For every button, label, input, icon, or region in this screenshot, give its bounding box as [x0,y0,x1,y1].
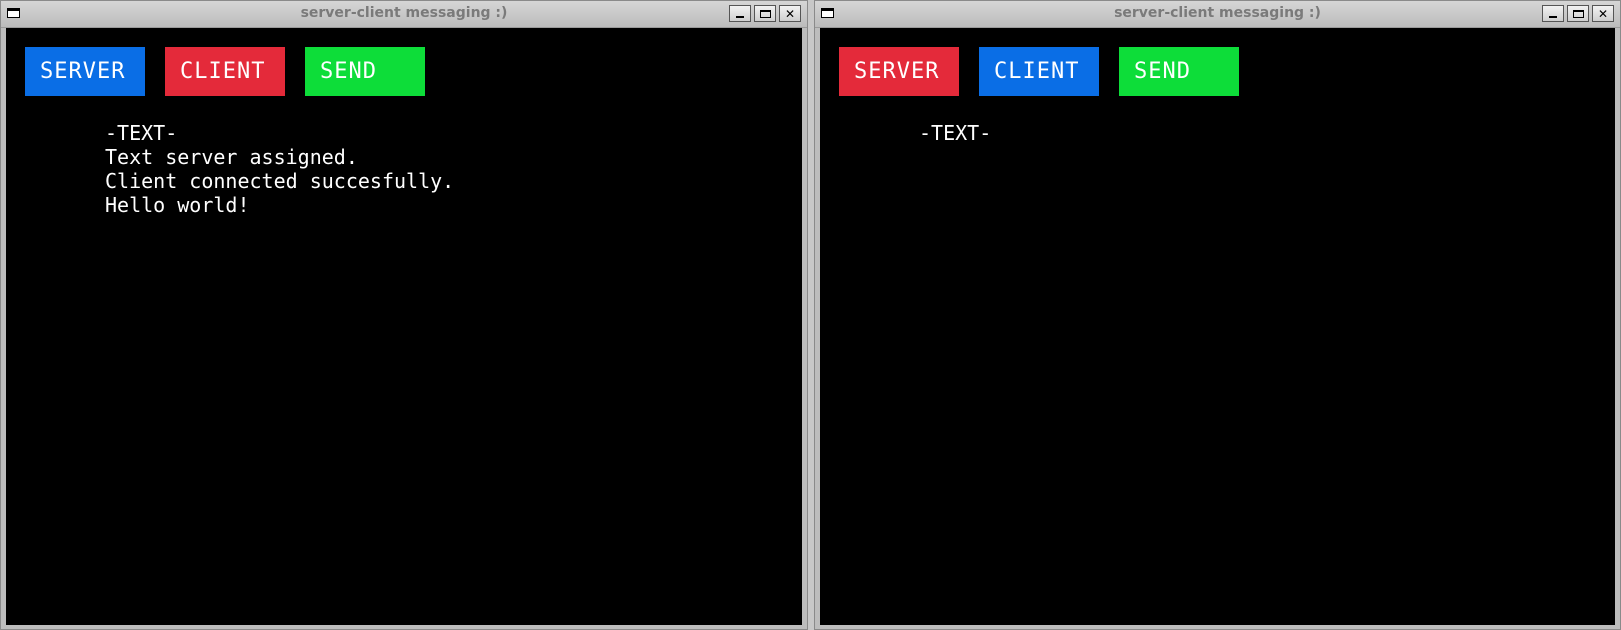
minimize-button[interactable] [1542,5,1564,22]
message-log: -TEXT- [919,121,991,145]
maximize-icon [1572,9,1584,18]
close-icon: ✕ [784,6,796,21]
maximize-icon [759,9,771,18]
client-window: server-client messaging :) ✕ SERVER CLIE… [814,0,1621,630]
client-button[interactable]: CLIENT [165,47,285,96]
window-title: server-client messaging :) [1114,5,1321,21]
server-button[interactable]: SERVER [839,47,959,96]
log-header: -TEXT- [919,121,992,145]
close-button[interactable]: ✕ [1592,5,1614,22]
app-canvas: SERVER CLIENT SEND -TEXT- [820,28,1615,625]
log-header: -TEXT- [105,121,178,145]
server-window: server-client messaging :) ✕ SERVER CLIE… [0,0,808,630]
minimize-icon [736,16,744,18]
maximize-button[interactable] [754,5,776,22]
log-line: Text server assigned. [105,145,358,169]
log-line: Client connected succesfully. [105,169,455,193]
message-log: -TEXT- Text server assigned. Client conn… [105,121,454,217]
minimize-icon [1549,16,1557,18]
window-title: server-client messaging :) [300,5,508,21]
maximize-button[interactable] [1567,5,1589,22]
send-button[interactable]: SEND [305,47,425,96]
client-button[interactable]: CLIENT [979,47,1099,96]
title-bar[interactable]: server-client messaging :) ✕ [1,1,807,28]
title-bar[interactable]: server-client messaging :) ✕ [815,1,1620,28]
close-button[interactable]: ✕ [779,5,801,22]
app-canvas: SERVER CLIENT SEND -TEXT- Text server as… [6,28,802,625]
server-button[interactable]: SERVER [25,47,145,96]
minimize-button[interactable] [729,5,751,22]
log-line: Hello world! [105,193,250,217]
send-button[interactable]: SEND [1119,47,1239,96]
close-icon: ✕ [1597,6,1609,21]
